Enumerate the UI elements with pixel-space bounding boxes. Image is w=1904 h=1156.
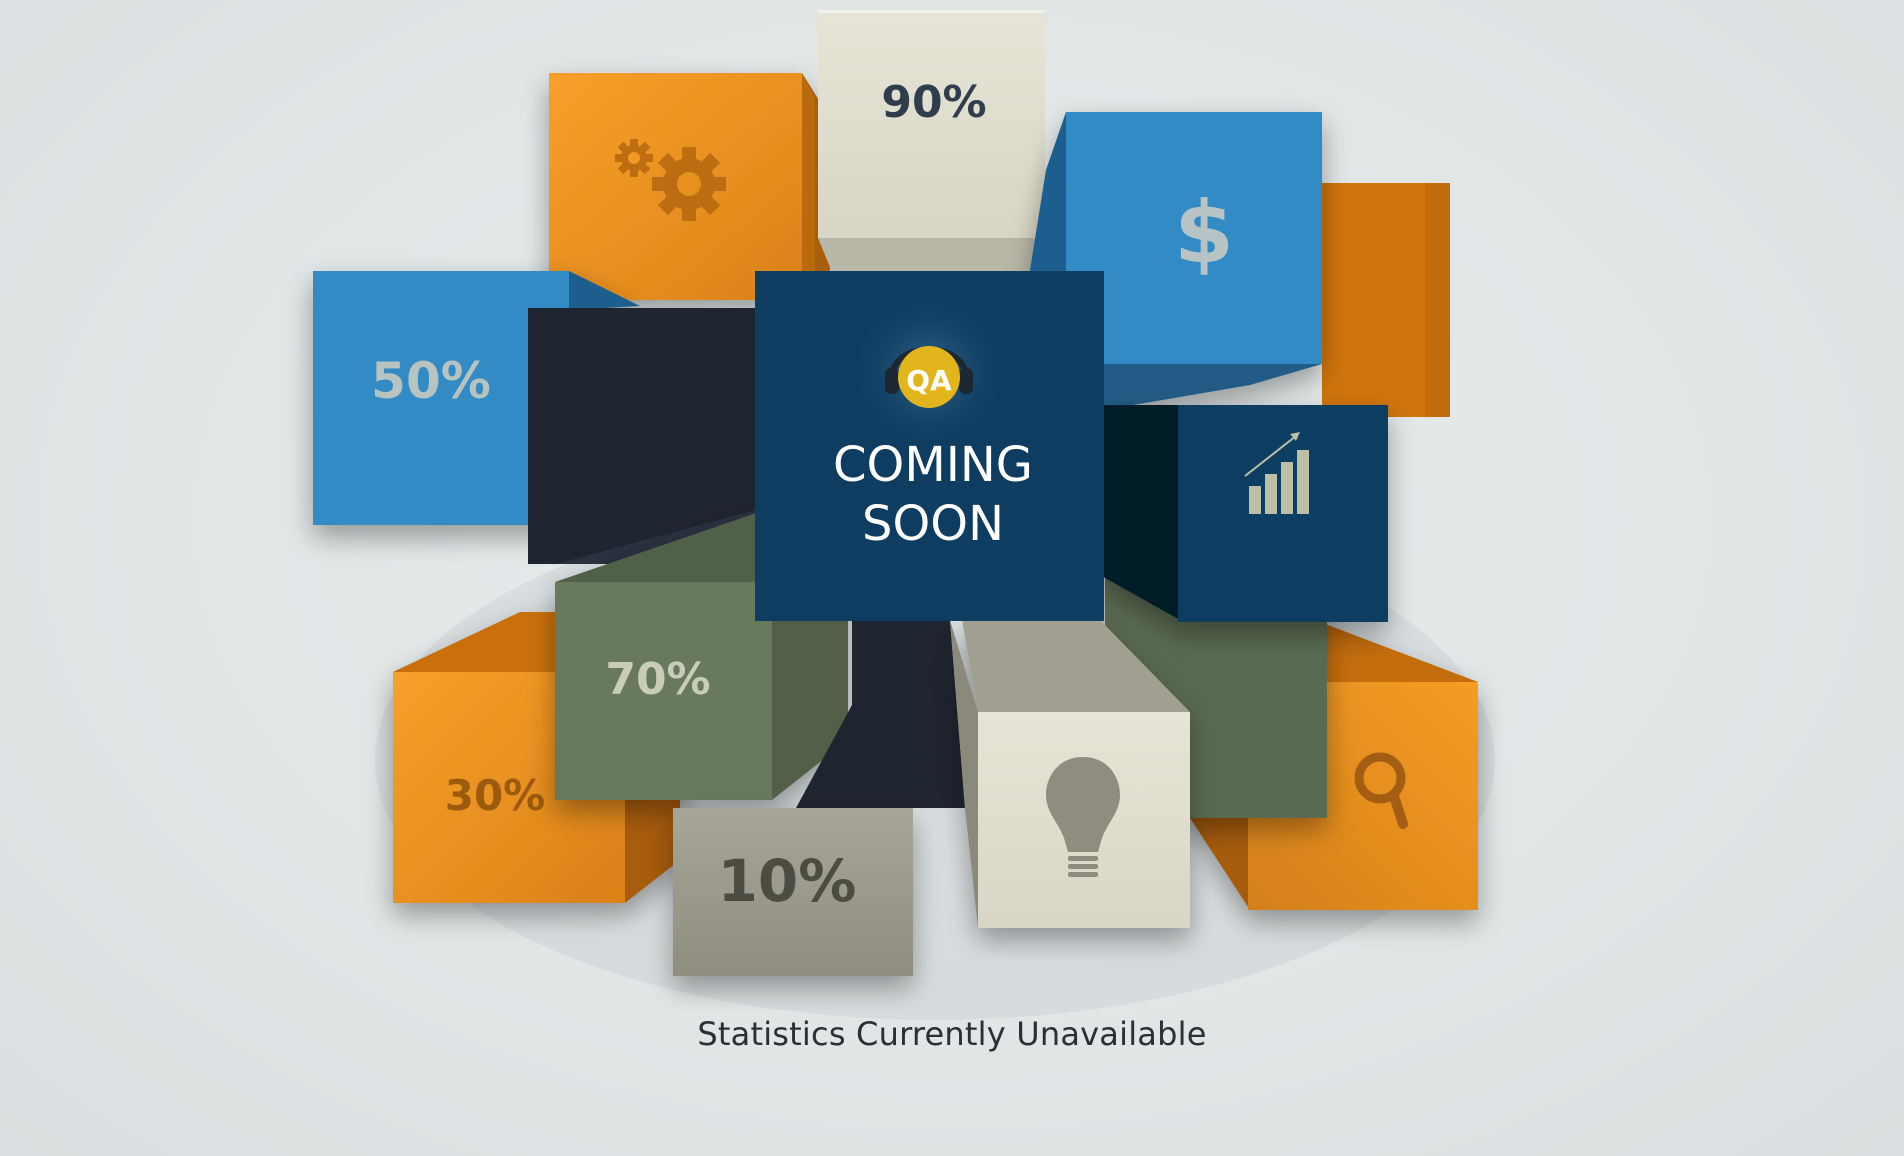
orange-percent-label: 30% bbox=[445, 771, 546, 820]
left-percent-label: 50% bbox=[371, 352, 491, 410]
dollar-icon: $ bbox=[1174, 183, 1234, 283]
growth-tile bbox=[1100, 405, 1388, 622]
coming-label: COMING bbox=[833, 437, 1033, 493]
logo-text: QA bbox=[906, 364, 952, 397]
soon-label: SOON bbox=[862, 496, 1004, 552]
gray-percent-label: 10% bbox=[718, 847, 857, 915]
green-percent-label: 70% bbox=[605, 654, 710, 705]
status-caption: Statistics Currently Unavailable bbox=[697, 1015, 1207, 1053]
top-percent-tile bbox=[818, 10, 1045, 272]
top-percent-label: 90% bbox=[881, 77, 986, 128]
orange-back-right-tile bbox=[1322, 183, 1450, 417]
coming-soon-infographic: 90% $ 50% 30% 70% 10% QA COMING SOON bbox=[313, 10, 1495, 1020]
